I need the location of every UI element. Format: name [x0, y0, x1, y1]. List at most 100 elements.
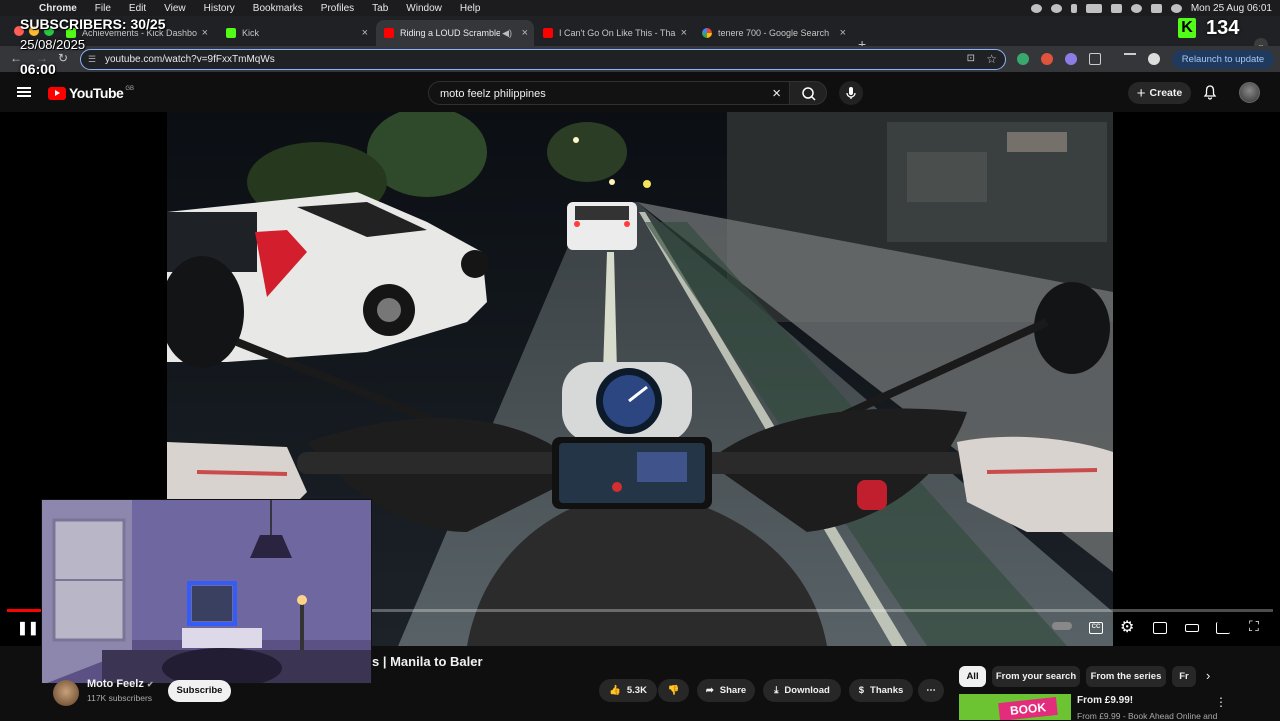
media-controls-icon[interactable]	[1124, 53, 1136, 65]
tab-strip: Achievements - Kick Dashbo × Kick × Ridi…	[0, 16, 1280, 52]
more-actions-button[interactable]: ⋯	[918, 679, 944, 702]
menu-help[interactable]: Help	[451, 3, 490, 14]
battery-icon[interactable]	[1085, 3, 1102, 13]
youtube-logo[interactable]: YouTube GB	[48, 85, 134, 101]
webcam-room-scene	[42, 500, 371, 683]
menu-view[interactable]: View	[155, 3, 195, 14]
search-button[interactable]	[789, 81, 827, 105]
dislike-button[interactable]: 👎	[658, 679, 689, 702]
chip-from-more[interactable]: Fr	[1172, 666, 1196, 687]
recommendation-title[interactable]: From £9.99!	[1077, 695, 1133, 706]
like-button[interactable]: 👍 5.3K	[599, 679, 657, 702]
autoplay-toggle[interactable]	[1052, 622, 1072, 630]
download-button[interactable]: ⤓ Download	[763, 679, 841, 702]
thumbs-down-icon: 👎	[667, 685, 680, 696]
browser-toolbar: ← → ↻ ☰ youtube.com/watch?v=9fFxxTmMqWs …	[0, 46, 1280, 72]
notifications-bell-icon[interactable]	[1202, 84, 1218, 100]
menu-chrome[interactable]: Chrome	[30, 3, 86, 14]
miniplayer-icon[interactable]	[1153, 622, 1167, 634]
microphone-icon	[846, 87, 856, 99]
channel-name[interactable]: Moto Feelz ✔	[87, 678, 154, 690]
plus-icon: +	[1136, 84, 1146, 102]
install-app-icon[interactable]: ⊡	[967, 53, 975, 64]
close-tab-icon[interactable]: ×	[681, 27, 687, 39]
url-text[interactable]: youtube.com/watch?v=9fFxxTmMqWs	[105, 54, 275, 65]
subscribe-button[interactable]: Subscribe	[168, 680, 231, 702]
bluetooth-icon[interactable]	[1070, 3, 1077, 13]
share-button[interactable]: ➦ Share	[697, 679, 755, 702]
profile-icon[interactable]	[1148, 53, 1160, 65]
create-button[interactable]: + Create	[1128, 82, 1191, 104]
chips-next-icon[interactable]: ›	[1206, 668, 1210, 683]
youtube-icon	[543, 28, 553, 38]
voice-search-button[interactable]	[839, 81, 863, 105]
recommendation-more-icon[interactable]: ⋮	[1215, 695, 1227, 709]
time-overlay: 06:00	[20, 61, 56, 77]
relaunch-button[interactable]: Relaunch to update	[1172, 50, 1274, 69]
chip-all[interactable]: All	[959, 666, 986, 687]
reload-icon[interactable]: ↻	[58, 51, 68, 65]
progress-played	[7, 609, 42, 612]
extension-cloud-icon[interactable]	[1065, 53, 1077, 65]
menu-file[interactable]: File	[86, 3, 120, 14]
thumbnail-book-badge: BOOK	[998, 697, 1058, 720]
account-avatar[interactable]	[1239, 82, 1260, 103]
channel-avatar[interactable]	[53, 680, 79, 706]
site-info-icon[interactable]: ☰	[88, 54, 96, 65]
chip-from-the-series[interactable]: From the series	[1086, 666, 1166, 687]
fullscreen-icon[interactable]: ⛶	[1249, 618, 1259, 635]
cast-icon[interactable]	[1216, 622, 1230, 634]
search-icon	[802, 87, 816, 101]
extensions-puzzle-icon[interactable]	[1089, 53, 1101, 65]
theater-mode-icon[interactable]	[1185, 624, 1199, 632]
menu-bookmarks[interactable]: Bookmarks	[244, 3, 312, 14]
clock-text[interactable]: Mon 25 Aug 06:01	[1191, 3, 1272, 14]
wifi-icon[interactable]	[1110, 3, 1122, 13]
chip-from-your-search[interactable]: From your search	[992, 666, 1080, 687]
pause-icon[interactable]: ❚❚	[17, 620, 39, 636]
tab-cant-go-on[interactable]: I Can't Go On Like This - Tha ×	[535, 20, 693, 46]
spotlight-icon[interactable]	[1130, 3, 1142, 13]
menu-history[interactable]: History	[195, 3, 244, 14]
settings-gear-icon[interactable]: ⚙	[1120, 617, 1134, 637]
control-center-icon[interactable]	[1150, 3, 1162, 13]
date-overlay: 25/08/2025	[20, 37, 86, 52]
clear-search-icon[interactable]: ×	[772, 85, 781, 102]
menu-hamburger-icon[interactable]	[17, 87, 31, 97]
thanks-icon: $	[858, 685, 865, 696]
speaker-icon[interactable]: ◀)	[502, 28, 512, 39]
close-tab-icon[interactable]: ×	[522, 27, 528, 39]
tab-riding-scrambler[interactable]: Riding a LOUD Scrambler ◀) ×	[376, 20, 534, 46]
channel-subscriber-count: 117K subscribers	[87, 693, 153, 703]
tab-google-search[interactable]: tenere 700 - Google Search ×	[694, 20, 852, 46]
close-tab-icon[interactable]: ×	[840, 27, 846, 39]
address-bar[interactable]: ☰ youtube.com/watch?v=9fFxxTmMqWs ⊡ ☆	[80, 49, 1006, 70]
youtube-play-icon	[48, 86, 66, 100]
obs-icon[interactable]	[1030, 3, 1042, 13]
menu-window[interactable]: Window	[397, 3, 451, 14]
thanks-button[interactable]: $ Thanks	[849, 679, 913, 702]
kick-logo-icon: K	[1178, 18, 1196, 38]
extension-g-icon[interactable]	[1017, 53, 1029, 65]
broadcast-icon[interactable]	[1050, 3, 1062, 13]
menu-edit[interactable]: Edit	[120, 3, 155, 14]
macos-menu-bar: Chrome File Edit View History Bookmarks …	[0, 0, 1280, 16]
video-title: s | Manila to Baler	[372, 654, 483, 669]
tab-kick[interactable]: Kick ×	[218, 20, 374, 46]
close-tab-icon[interactable]: ×	[202, 27, 208, 39]
menu-tab[interactable]: Tab	[363, 3, 397, 14]
thumbs-up-icon: 👍	[609, 685, 621, 696]
bookmark-star-icon[interactable]: ☆	[986, 52, 997, 66]
captions-icon[interactable]: CC	[1089, 622, 1103, 634]
close-tab-icon[interactable]: ×	[362, 27, 368, 39]
status-area: Mon 25 Aug 06:01	[1030, 0, 1272, 16]
youtube-header: YouTube GB moto feelz philippines × + Cr…	[0, 72, 1280, 112]
verified-icon: ✔	[146, 680, 154, 689]
webcam-overlay	[41, 499, 372, 684]
recommendation-thumbnail[interactable]: BOOK	[959, 694, 1071, 720]
siri-icon[interactable]	[1170, 3, 1182, 13]
extension-fox-icon[interactable]	[1041, 53, 1053, 65]
kick-icon	[226, 28, 236, 38]
search-input[interactable]: moto feelz philippines ×	[428, 81, 790, 105]
menu-profiles[interactable]: Profiles	[312, 3, 363, 14]
